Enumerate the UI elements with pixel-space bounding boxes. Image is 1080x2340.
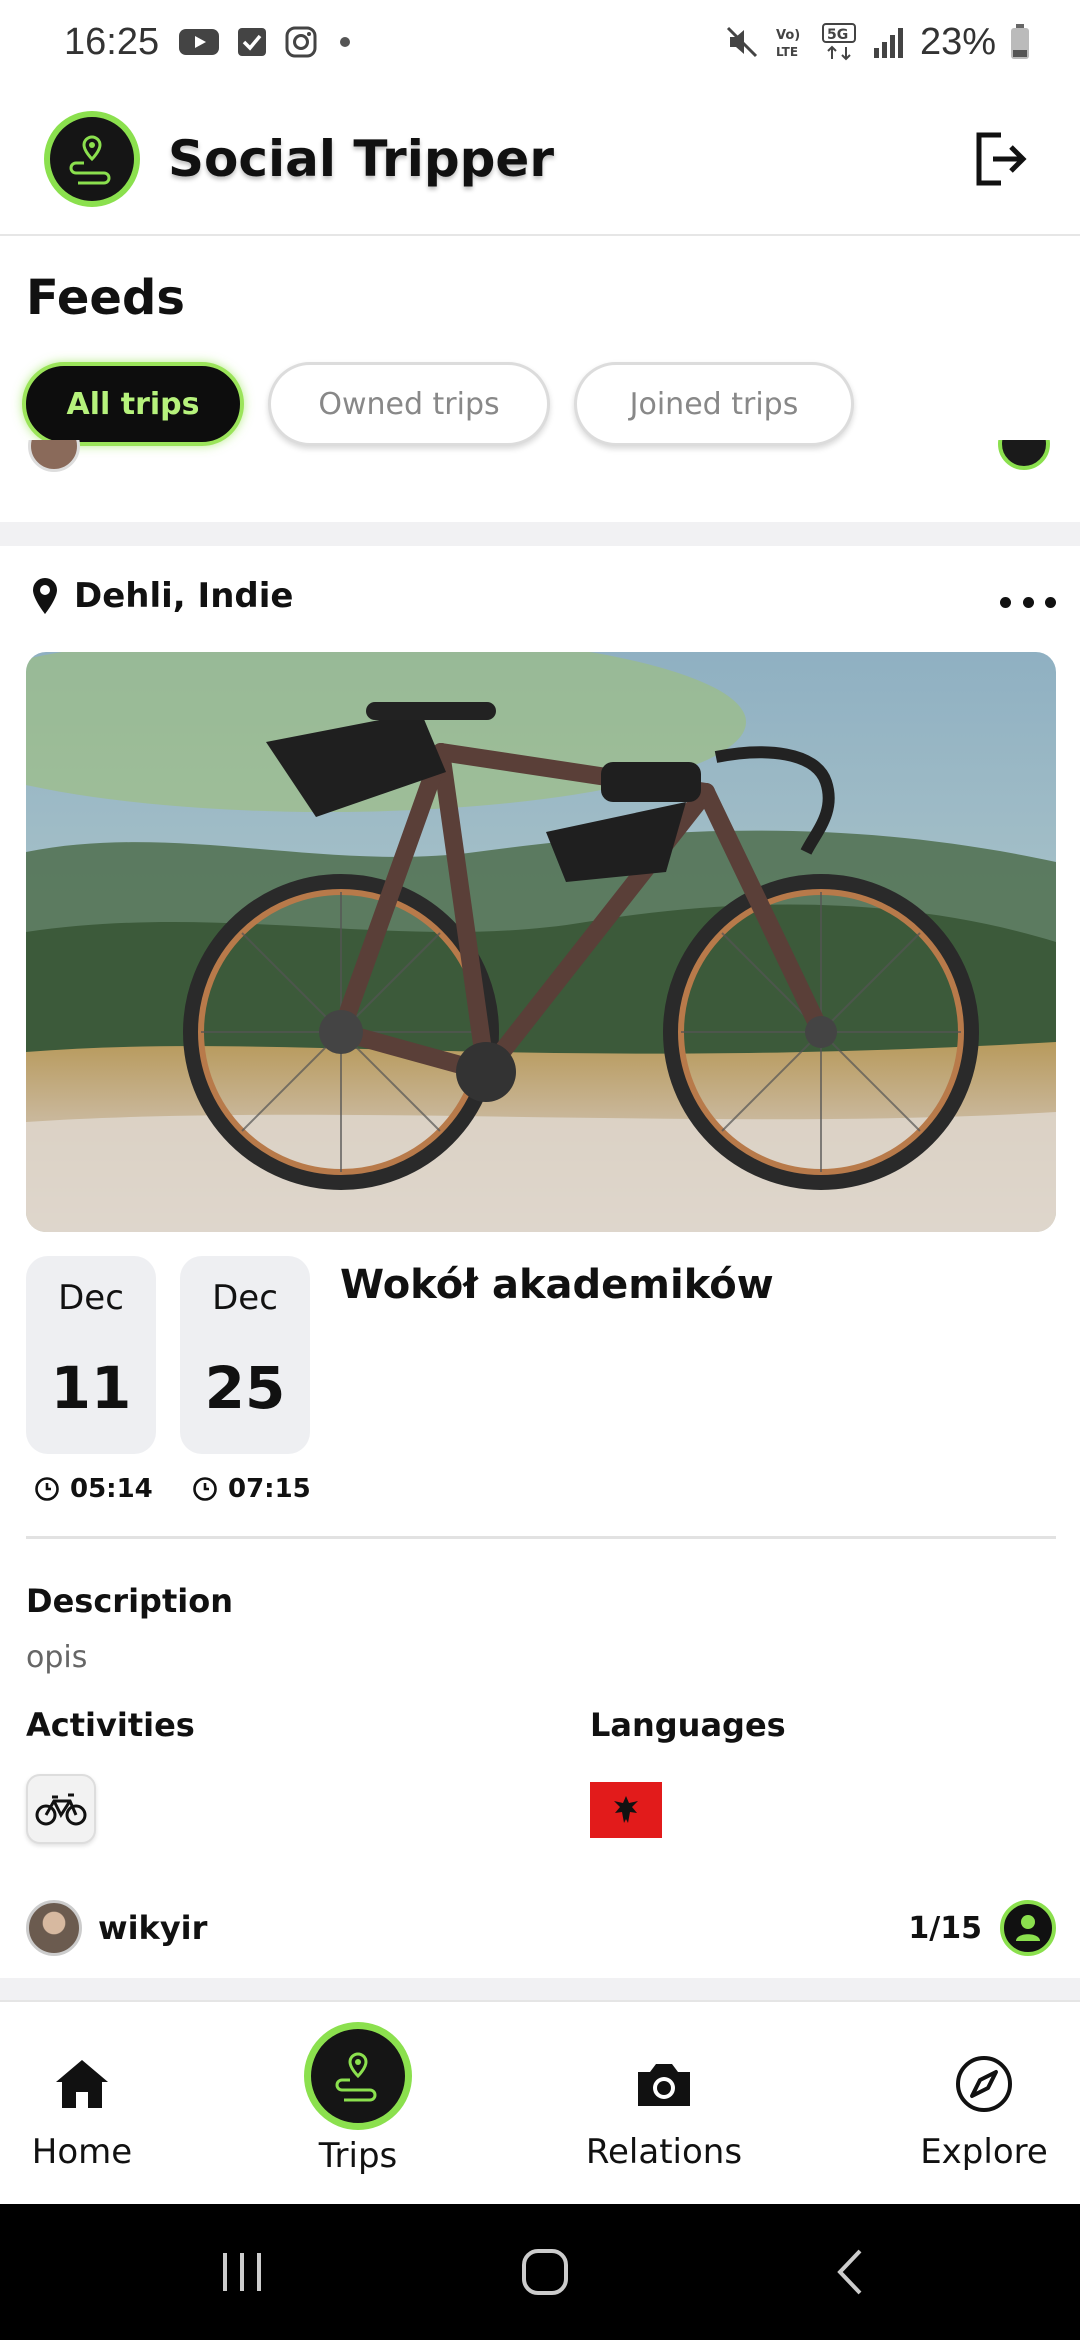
- description-text: opis: [26, 1640, 88, 1675]
- start-date: Dec 11: [26, 1256, 156, 1454]
- nav-trips[interactable]: Trips: [296, 2002, 420, 2206]
- tab-all-trips[interactable]: All trips: [22, 362, 244, 446]
- more-icon: [1000, 596, 1011, 608]
- notification-icons: [179, 26, 355, 58]
- status-time: 16:25: [64, 20, 160, 63]
- recent-apps-button[interactable]: [212, 2244, 272, 2300]
- route-icon: [335, 2052, 377, 2102]
- logout-icon: [976, 132, 1027, 186]
- instagram-icon: [285, 26, 317, 58]
- avatar[interactable]: [28, 440, 80, 472]
- end-time: 07:15: [192, 1474, 311, 1504]
- end-month: Dec: [212, 1278, 278, 1318]
- battery-icon: [1011, 24, 1029, 59]
- tab-owned-trips[interactable]: Owned trips: [268, 362, 550, 446]
- logout-button[interactable]: [966, 124, 1036, 194]
- owner-name[interactable]: wikyir: [98, 1909, 207, 1947]
- join-button[interactable]: [1000, 1900, 1056, 1956]
- back-button[interactable]: [824, 2244, 874, 2300]
- bottom-navigation: Home Trips Relations Explore: [0, 2000, 1080, 2204]
- nav-home-label: Home: [31, 2132, 133, 2172]
- volte-icon: Vo) LTE: [776, 28, 800, 59]
- svg-text:LTE: LTE: [776, 45, 798, 59]
- end-time-value: 07:15: [228, 1474, 311, 1504]
- svg-text:Vo): Vo): [776, 28, 800, 43]
- avatar[interactable]: [26, 1900, 82, 1956]
- signal-icon: [873, 28, 903, 58]
- trip-title: Wokół akademików: [340, 1262, 774, 1308]
- system-navigation-bar: [0, 2204, 1080, 2340]
- battery-percent: 23%: [919, 20, 996, 63]
- languages-label: Languages: [590, 1706, 786, 1744]
- trip-photo[interactable]: [26, 652, 1056, 1232]
- nav-home[interactable]: Home: [20, 2002, 144, 2206]
- trip-location: Dehli, Indie: [74, 576, 294, 616]
- mute-icon: [726, 26, 757, 58]
- start-time-value: 05:14: [70, 1474, 153, 1504]
- page-title: Feeds: [26, 270, 185, 326]
- camera-icon: [638, 2064, 690, 2106]
- tab-joined-trips[interactable]: Joined trips: [574, 362, 854, 446]
- app-title: Social Tripper: [168, 130, 554, 188]
- participants-count: 1/15: [908, 1910, 982, 1946]
- status-bar: 16:25 Vo) LTE 5G 23%: [0, 0, 1080, 84]
- youtube-icon: [179, 29, 220, 55]
- compass-icon: [956, 2056, 1012, 2112]
- dot-icon: [340, 37, 351, 47]
- end-date: Dec 25: [180, 1256, 310, 1454]
- feed-tabs: All trips Owned trips Joined trips: [22, 362, 854, 446]
- location-pin-icon: [33, 578, 57, 614]
- end-day: 25: [204, 1354, 286, 1422]
- nav-explore-label: Explore: [920, 2132, 1048, 2172]
- trip-card: Dehli, Indie Dec 11 Dec 25 05:14 07:15 W…: [0, 546, 1080, 1978]
- svg-text:5G: 5G: [827, 27, 848, 43]
- system-status: Vo) LTE 5G 23%: [724, 21, 1030, 64]
- activities-label: Activities: [26, 1706, 195, 1744]
- more-icon-dot: [1022, 596, 1034, 608]
- nav-relations[interactable]: Relations: [578, 2002, 750, 2206]
- 5g-icon: 5G: [821, 23, 856, 61]
- participants-badge[interactable]: [998, 440, 1050, 470]
- flag-albania-icon: [590, 1782, 662, 1838]
- divider: [26, 1536, 1056, 1539]
- back-icon: [837, 2249, 862, 2295]
- more-icon-dot: [1045, 596, 1056, 608]
- bicycle-photo: [26, 652, 1056, 1232]
- user-icon: [1016, 1915, 1040, 1941]
- more-options-button[interactable]: [1000, 582, 1056, 622]
- checkbox-icon: [238, 28, 267, 56]
- activity-cycling[interactable]: [26, 1774, 96, 1844]
- card-separator: [0, 1978, 1080, 2000]
- clock-icon: [35, 1477, 59, 1501]
- app-logo: [44, 111, 140, 207]
- home-system-button[interactable]: [510, 2244, 580, 2300]
- route-icon: [69, 135, 111, 185]
- home-icon: [56, 2060, 108, 2108]
- location-row: Dehli, Indie: [30, 576, 293, 616]
- trip-owner-row: wikyir 1/15: [26, 1898, 1056, 1958]
- nav-relations-label: Relations: [585, 2132, 743, 2172]
- start-time: 05:14: [34, 1474, 153, 1504]
- home-circle-icon: [522, 2249, 568, 2295]
- card-separator: [0, 522, 1080, 546]
- description-label: Description: [26, 1582, 233, 1620]
- eagle-icon: [614, 1796, 638, 1823]
- recent-apps-icon: [223, 2253, 261, 2291]
- nav-trips-active: [304, 2022, 412, 2130]
- start-day: 11: [50, 1354, 132, 1422]
- app-header: Social Tripper: [0, 84, 1080, 236]
- bicycle-icon: [35, 1793, 87, 1826]
- start-month: Dec: [58, 1278, 124, 1318]
- nav-explore[interactable]: Explore: [914, 2002, 1054, 2206]
- clock-icon: [193, 1477, 217, 1501]
- previous-trip-card: [0, 440, 1080, 522]
- nav-trips-label: Trips: [318, 2136, 398, 2176]
